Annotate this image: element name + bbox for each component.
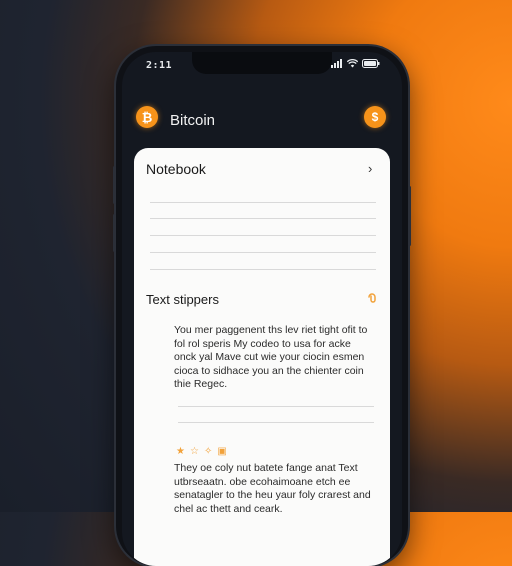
status-time: 2:11 xyxy=(146,60,173,71)
clip-icon[interactable] xyxy=(366,290,378,309)
phone-side-button xyxy=(113,214,116,252)
status-icons xyxy=(331,58,380,71)
app-header: ₿ Bitcoin $ xyxy=(122,98,402,138)
phone-side-button xyxy=(113,166,116,204)
notebook-line xyxy=(150,235,376,236)
bitcoin-icon[interactable]: ₿ xyxy=(136,106,158,128)
snippet-paragraph: You mer paggenent ths lev riet tight ofi… xyxy=(174,324,368,390)
content-card: Notebook › Text stippers You mer paggene… xyxy=(134,148,390,566)
notebook-title[interactable]: Notebook xyxy=(146,161,206,177)
calendar-icon: ▣ xyxy=(217,446,227,457)
snippet-line xyxy=(178,406,374,407)
phone-side-button xyxy=(408,186,411,246)
chevron-right-icon[interactable]: › xyxy=(368,161,372,176)
star-icon: ★ xyxy=(176,446,185,457)
star-icon: ✧ xyxy=(203,446,213,457)
star-icon: ☆ xyxy=(189,446,199,457)
text-snippets-title[interactable]: Text stippers xyxy=(146,292,219,307)
status-bar: 2:11 xyxy=(122,52,402,78)
rating-icons: ★ ☆ ✧ ▣ xyxy=(176,446,227,457)
notebook-line xyxy=(150,218,376,219)
dollar-coin-icon[interactable]: $ xyxy=(364,106,386,128)
wifi-icon xyxy=(346,58,359,71)
snippet-line xyxy=(178,422,374,423)
app-title: Bitcoin xyxy=(170,112,216,129)
snippet-paragraph: They oe coly nut batete fange anat Text … xyxy=(174,462,371,515)
phone-screen: 2:11 ₿ Bitcoin $ Notebook › Text stipper… xyxy=(122,52,402,566)
notebook-line xyxy=(150,252,376,253)
notebook-line xyxy=(150,202,376,203)
notebook-line xyxy=(150,269,376,270)
phone-frame: 2:11 ₿ Bitcoin $ Notebook › Text stipper… xyxy=(113,46,411,566)
battery-icon xyxy=(362,59,380,71)
signal-icon xyxy=(331,59,343,71)
